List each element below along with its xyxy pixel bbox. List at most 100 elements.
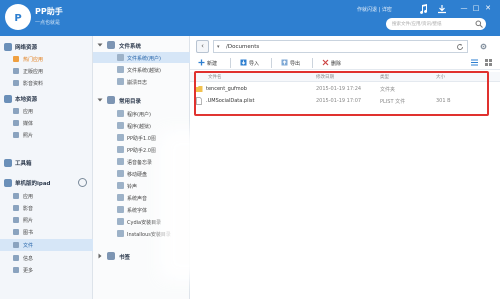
nav-item-hot-apps[interactable]: 热门应用 (0, 53, 93, 65)
nav-item-label: 信息 (23, 256, 34, 262)
import-label: 导入 (249, 61, 260, 67)
export-button[interactable]: 导出 (281, 58, 315, 68)
settings-icon[interactable] (479, 42, 488, 51)
import-button[interactable]: 导入 (240, 58, 274, 68)
maximize-button[interactable]: □ (470, 4, 482, 12)
file-modified: 2015-01-19 17:24 (316, 86, 362, 92)
log-icon (117, 78, 124, 85)
folder-icon (117, 218, 124, 225)
bookmarks-header[interactable]: 书签 (93, 250, 190, 262)
column-modified[interactable]: 修改日期 (316, 74, 334, 80)
nav-item-device-media[interactable]: 影音 (0, 202, 93, 214)
photo-icon (13, 217, 19, 223)
bell-icon (117, 182, 124, 189)
collapse-arrow-icon[interactable] (97, 97, 103, 103)
file-name: .UMSocialData.plist (206, 98, 255, 104)
nav-item-device-books[interactable]: 图书 (0, 226, 93, 238)
directory-panel: 文件系统 文件系统(用户) 文件系统(越狱) 崩溃日志 常用目录 程序(用户) … (93, 36, 190, 299)
dir-item-jailbreak-fs[interactable]: 文件系统(越狱) (93, 64, 190, 75)
hard-drive-icon (117, 170, 124, 177)
dir-item[interactable]: 铃声 (93, 180, 190, 191)
speaker-icon (117, 194, 124, 201)
column-type[interactable]: 类型 (380, 74, 389, 80)
nav-section-device[interactable]: 单机版的ipad (0, 176, 93, 189)
nav-item-device-more[interactable]: 更多 (0, 264, 93, 276)
dir-item[interactable]: 系统字体 (93, 204, 190, 215)
collapse-arrow-icon[interactable] (97, 42, 103, 48)
table-row[interactable]: .UMSocialData.plist 2015-01-19 17:07 PLI… (190, 95, 500, 107)
search-input[interactable]: 搜索文件/应用/资讯/壁纸 (386, 18, 486, 30)
delete-button[interactable]: 删除 (322, 58, 356, 68)
file-size: 301 B (436, 98, 451, 104)
nav-item-device-photos[interactable]: 照片 (0, 214, 93, 226)
nav-item-local-apps[interactable]: 应用 (0, 105, 93, 117)
dir-item[interactable]: Installous安装目录 (93, 228, 190, 239)
nav-item-device-apps[interactable]: 应用 (0, 190, 93, 202)
dir-item[interactable]: 程序(用户) (93, 108, 190, 119)
nav-item-media-resources[interactable]: 影音资料 (0, 77, 93, 89)
search-icon[interactable] (475, 20, 483, 28)
dir-item[interactable]: 语音备忘录 (93, 156, 190, 167)
nav-item-label: 应用 (23, 194, 34, 200)
dir-item[interactable]: PP助手2.0图 (93, 144, 190, 155)
back-button[interactable]: ‹ (196, 40, 209, 53)
app-icon (13, 193, 19, 199)
nav-section-network[interactable]: 网络资源 (0, 40, 93, 53)
path-dropdown-icon[interactable]: ▾ (217, 44, 220, 50)
nav-item-device-files[interactable]: 文件 (0, 239, 93, 251)
file-system-header[interactable]: 文件系统 (93, 39, 190, 51)
nav-item-label: 影音资料 (23, 81, 44, 87)
music-icon[interactable] (418, 4, 428, 14)
photo-icon (13, 132, 19, 138)
dir-item[interactable]: PP助手1.0图 (93, 132, 190, 143)
title-bar: P PP助手 一点也就是 作就闪退 | 详密 — □ ✕ 搜索文件/应用/资讯/壁纸 (0, 0, 500, 36)
nav-section-label: 网络资源 (15, 45, 38, 51)
bookmark-icon (107, 252, 115, 260)
delete-icon (322, 59, 329, 66)
folder-icon (117, 134, 124, 141)
column-size[interactable]: 大小 (436, 74, 445, 80)
expand-arrow-icon[interactable] (97, 253, 103, 259)
nav-item-device-messages[interactable]: 信息 (0, 252, 93, 264)
common-dirs-header[interactable]: 常用目录 (93, 94, 190, 106)
app-subtitle: 一点也就是 (35, 20, 61, 26)
folder-icon (117, 54, 124, 61)
top-links[interactable]: 作就闪退 | 详密 (357, 6, 392, 13)
list-view-icon[interactable] (470, 58, 479, 67)
nav-item-label: 照片 (23, 218, 34, 224)
grid-view-icon[interactable] (484, 58, 493, 67)
window-buttons: — □ ✕ (458, 4, 494, 12)
minimize-button[interactable]: — (458, 4, 470, 12)
nav-item-label: 影音 (23, 206, 34, 212)
nav-item-local-photos[interactable]: 照片 (0, 129, 93, 141)
new-button[interactable]: 新建 (198, 58, 232, 68)
nav-item-genuine-apps[interactable]: 正版应用 (0, 65, 93, 77)
dir-item[interactable]: Cydia安装目录 (93, 216, 190, 227)
dir-item-label: Cydia安装目录 (127, 220, 162, 226)
file-type: 文件夹 (380, 87, 396, 93)
nav-section-label: 本地资源 (15, 97, 38, 103)
export-icon (281, 59, 288, 66)
path-field[interactable]: ▾ /Documents (213, 40, 468, 53)
dir-item[interactable]: 系统声音 (93, 192, 190, 203)
dir-item[interactable]: 程序(越狱) (93, 120, 190, 131)
dir-item-label: 文件系统(用户) (127, 56, 161, 62)
file-icon (195, 97, 203, 105)
table-row[interactable]: tencent_gufmob 2015-01-19 17:24 文件夹 (190, 83, 500, 95)
nav-section-local[interactable]: 本地资源 (0, 92, 93, 105)
nav-section-toolbox[interactable]: 工具箱 (0, 156, 93, 169)
svg-text:P: P (14, 13, 21, 24)
download-icon[interactable] (437, 4, 447, 14)
folder-icon (117, 110, 124, 117)
refresh-icon[interactable] (456, 43, 464, 51)
close-button[interactable]: ✕ (482, 4, 494, 12)
column-name[interactable]: 文件名 (208, 74, 222, 80)
dir-item-crash-log[interactable]: 崩溃日志 (93, 76, 190, 87)
folder-icon (117, 230, 124, 237)
dir-item[interactable]: 移动硬盘 (93, 168, 190, 179)
dir-item-user-fs[interactable]: 文件系统(用户) (93, 52, 190, 63)
dir-item-label: 系统声音 (127, 196, 148, 202)
section-label: 书签 (119, 255, 131, 261)
nav-item-local-media[interactable]: 媒体 (0, 117, 93, 129)
section-label: 常用目录 (119, 99, 142, 105)
